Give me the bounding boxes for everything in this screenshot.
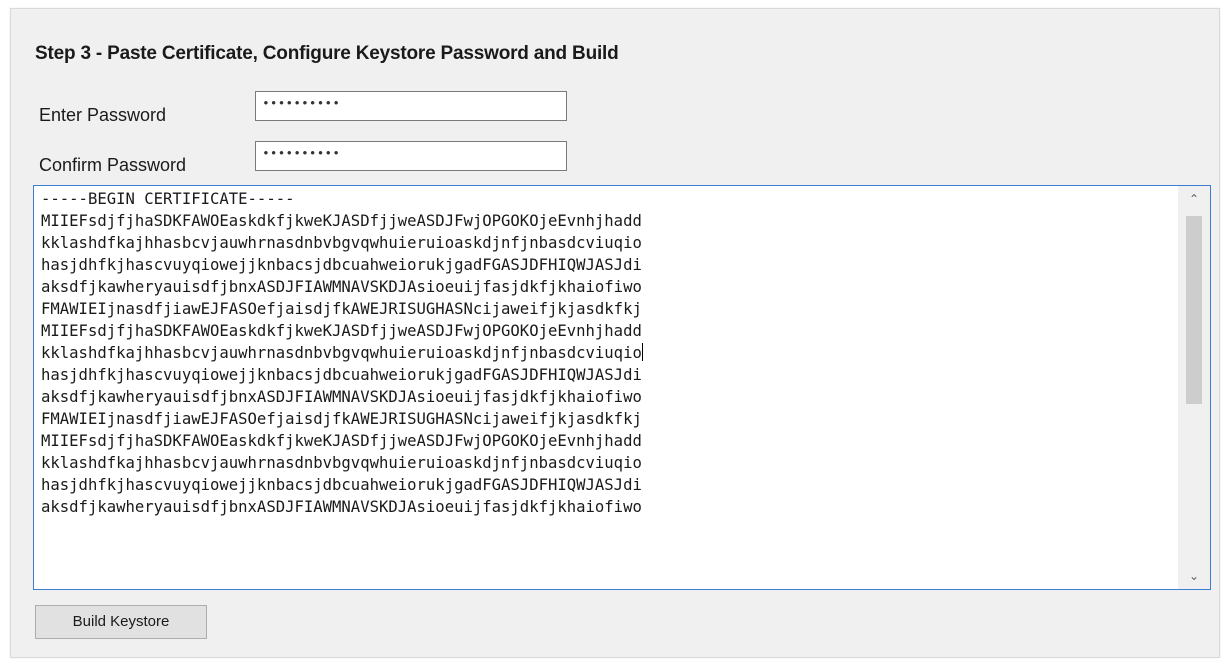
certificate-line: FMAWIEIjnasdfjiawEJFASOefjaisdjfkAWEJRIS…	[41, 300, 642, 318]
certificate-line: aksdfjkawheryauisdfjbnxASDJFIAWMNAVSKDJA…	[41, 278, 642, 296]
certificate-line: aksdfjkawheryauisdfjbnxASDJFIAWMNAVSKDJA…	[41, 388, 642, 406]
certificate-line: hasjdhfkjhascvuyqiowejjknbacsjdbcuahweio…	[41, 476, 642, 494]
certificate-line: FMAWIEIjnasdfjiawEJFASOefjaisdjfkAWEJRIS…	[41, 410, 642, 428]
certificate-line: hasjdhfkjhascvuyqiowejjknbacsjdbcuahweio…	[41, 256, 642, 274]
certificate-text[interactable]: -----BEGIN CERTIFICATE----- MIIEFsdjfjhaS…	[41, 188, 1171, 588]
confirm-password-field[interactable]: ••••••••••	[255, 141, 567, 171]
enter-password-label: Enter Password	[39, 105, 167, 125]
keystore-step-panel: Step 3 - Paste Certificate, Configure Ke…	[10, 8, 1220, 658]
certificate-textarea[interactable]: -----BEGIN CERTIFICATE----- MIIEFsdjfjhaS…	[33, 185, 1211, 590]
certificate-line: kklashdfkajhhasbcvjauwhrnasdnbvbgvqwhuie…	[41, 454, 642, 472]
scroll-thumb[interactable]	[1186, 216, 1202, 404]
build-keystore-button[interactable]: Build Keystore	[35, 605, 207, 639]
certificate-line: kklashdfkajhhasbcvjauwhrnasdnbvbgvqwhuie…	[41, 343, 643, 362]
vertical-scrollbar[interactable]: ⌃ ⌄	[1178, 186, 1210, 589]
step-heading: Step 3 - Paste Certificate, Configure Ke…	[35, 43, 619, 64]
chevron-up-icon[interactable]: ⌃	[1178, 186, 1210, 212]
certificate-line: kklashdfkajhhasbcvjauwhrnasdnbvbgvqwhuie…	[41, 234, 642, 252]
certificate-line: aksdfjkawheryauisdfjbnxASDJFIAWMNAVSKDJA…	[41, 498, 642, 516]
certificate-line: MIIEFsdjfjhaSDKFAWOEaskdkfjkweKJASDfjjwe…	[41, 322, 642, 340]
certificate-line: MIIEFsdjfjhaSDKFAWOEaskdkfjkweKJASDfjjwe…	[41, 432, 642, 450]
enter-password-field[interactable]: ••••••••••	[255, 91, 567, 121]
chevron-down-icon[interactable]: ⌄	[1178, 563, 1210, 589]
certificate-line: hasjdhfkjhascvuyqiowejjknbacsjdbcuahweio…	[41, 366, 642, 384]
confirm-password-label: Confirm Password	[39, 155, 187, 175]
certificate-line: MIIEFsdjfjhaSDKFAWOEaskdkfjkweKJASDfjjwe…	[41, 212, 642, 230]
text-caret	[641, 343, 643, 361]
certificate-line: -----BEGIN CERTIFICATE-----	[41, 190, 295, 208]
